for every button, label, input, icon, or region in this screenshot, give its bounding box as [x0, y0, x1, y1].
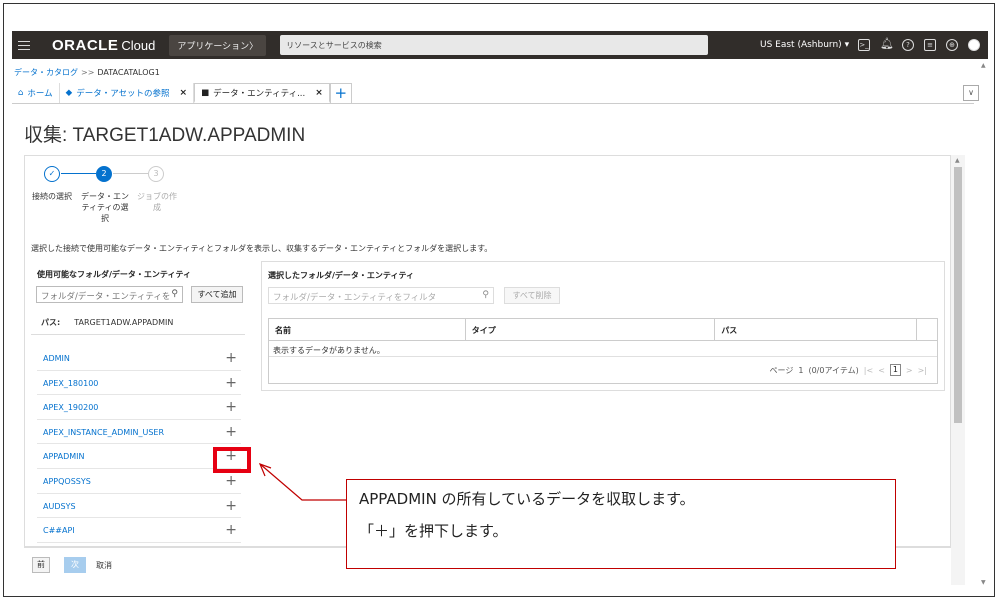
tab-bar: ⌂ ホーム ◆ データ・アセットの参照 × ■ データ・エンティティ... × + ∨ [12, 83, 979, 104]
step-2-label: データ・エンティティの選択 [81, 192, 129, 223]
add-plus-icon[interactable]: + [225, 350, 237, 366]
step-2-indicator[interactable]: 2 [96, 166, 112, 182]
list-item[interactable]: AUDSYS + [37, 494, 241, 519]
add-plus-icon[interactable]: + [225, 424, 237, 440]
cancel-button[interactable]: 取消 [96, 560, 112, 571]
column-header-type[interactable]: タイプ [466, 319, 716, 340]
available-filter-input[interactable]: フォルダ/データ・エンティティを ⚲ [36, 286, 183, 303]
empty-table-message: 表示するデータがありません。 [269, 341, 937, 357]
pagination: ページ 1 (0/0アイテム) |< < 1 > >| [769, 364, 927, 376]
add-plus-icon[interactable]: + [225, 498, 237, 514]
step-1-label: 接続の選択 [32, 192, 72, 201]
list-item[interactable]: APEX_190200 + [37, 395, 241, 420]
list-item[interactable]: APEX_INSTANCE_ADMIN_USER + [37, 420, 241, 445]
next-page-icon[interactable]: > [906, 366, 913, 375]
annotation-callout: APPADMIN の所有しているデータを収取します。 「＋」を押下します。 [346, 479, 896, 569]
add-plus-icon[interactable]: + [225, 375, 237, 391]
next-button[interactable]: 次 [64, 557, 86, 573]
bell-icon[interactable]: 🔔︎ [880, 38, 894, 51]
list-item[interactable]: APPQOSSYS + [37, 469, 241, 494]
breadcrumb: データ・カタログ >> DATACATALOG1 [14, 68, 160, 77]
step-1-checkmark-icon[interactable]: ✓ [44, 166, 60, 182]
list-item[interactable]: APEX_180100 + [37, 371, 241, 396]
step-3-indicator: 3 [148, 166, 164, 182]
selected-entities-pane: 選択したフォルダ/データ・エンティティ フォルダ/データ・エンティティをフィルタ… [261, 261, 945, 391]
add-tab-button[interactable]: + [329, 83, 352, 103]
globe-icon[interactable]: ⊕ [946, 39, 958, 51]
selected-pane-title: 選択したフォルダ/データ・エンティティ [268, 271, 414, 280]
entity-icon: ■ [201, 87, 210, 98]
stepper-connector [113, 173, 148, 174]
asset-icon: ◆ [65, 88, 73, 98]
add-plus-icon[interactable]: + [225, 473, 237, 489]
search-icon: ⚲ [482, 290, 489, 300]
list-item[interactable]: C##API + [37, 518, 241, 543]
list-item[interactable]: ADMIN + [37, 346, 241, 371]
add-plus-icon[interactable]: + [225, 399, 237, 415]
tab-close-icon[interactable]: × [315, 88, 323, 98]
add-all-button[interactable]: すべて追加 [191, 286, 243, 303]
add-plus-icon[interactable]: + [225, 522, 237, 538]
resource-search-input[interactable]: リソースとサービスの検索 [280, 35, 709, 55]
annotation-highlight-box [213, 447, 251, 473]
annotation-line-1: APPADMIN の所有しているデータを収取します。 [359, 490, 695, 508]
annotation-line-2: 「＋」を押下します。 [359, 522, 508, 540]
page-title: 収集: TARGET1ADW.APPADMIN [24, 125, 306, 146]
list-item[interactable]: APPADMIN + [37, 444, 241, 469]
tab-home[interactable]: ⌂ ホーム [12, 83, 60, 103]
scroll-down-arrow-icon[interactable]: ▼ [981, 579, 986, 586]
scroll-up-arrow-icon[interactable]: ▲ [981, 62, 986, 69]
available-pane-title: 使用可能なフォルダ/データ・エンティティ [37, 270, 191, 279]
breadcrumb-current: DATACATALOG1 [97, 68, 160, 77]
divider [31, 334, 245, 335]
hamburger-menu-icon[interactable] [18, 40, 42, 50]
current-page-number[interactable]: 1 [889, 364, 901, 376]
cloud-shell-icon[interactable]: >_ [858, 39, 870, 51]
selected-filter-input[interactable]: フォルダ/データ・エンティティをフィルタ ⚲ [268, 287, 494, 304]
breadcrumb-root[interactable]: データ・カタログ [14, 68, 78, 77]
selected-entities-table: 名前 タイプ パス 表示するデータがありません。 ページ 1 (0/0アイテム)… [268, 318, 938, 384]
previous-button[interactable]: 前 [32, 557, 50, 573]
available-entities-pane: 使用可能なフォルダ/データ・エンティティ フォルダ/データ・エンティティを ⚲ す… [31, 261, 249, 548]
column-header-path[interactable]: パス [715, 319, 917, 340]
stepper-connector [61, 173, 96, 174]
tab-menu-chevron-icon[interactable]: ∨ [963, 85, 979, 101]
page-scrollbar[interactable]: ▲ ▼ [979, 60, 991, 590]
search-icon: ⚲ [171, 289, 178, 299]
step-description: 選択した接続で使用可能なデータ・エンティティとフォルダを表示し、収集するデータ・… [31, 244, 493, 253]
last-page-icon[interactable]: >| [918, 366, 927, 375]
column-header-empty [917, 319, 937, 340]
path-row: パス: TARGET1ADW.APPADMIN [41, 318, 174, 327]
region-selector[interactable]: US East (Ashburn) ▾ [760, 40, 849, 50]
tab-close-icon[interactable]: × [180, 88, 188, 98]
step-3-label: ジョブの作成 [137, 192, 177, 212]
prev-page-icon[interactable]: < [878, 366, 885, 375]
schema-list: ADMIN + APEX_180100 + APEX_190200 + APEX_IN… [37, 346, 241, 543]
scrollbar-thumb[interactable] [954, 167, 962, 423]
tab-data-entity[interactable]: ■ データ・エンティティ... × [194, 83, 330, 103]
column-header-name[interactable]: 名前 [269, 319, 466, 340]
oracle-cloud-logo[interactable]: ORACLE Cloud [52, 37, 155, 54]
home-icon: ⌂ [18, 88, 24, 98]
remove-all-button[interactable]: すべて削除 [504, 287, 560, 304]
first-page-icon[interactable]: |< [864, 366, 873, 375]
applications-button[interactable]: アプリケーション〉 [169, 34, 267, 56]
help-icon[interactable]: ? [902, 39, 914, 51]
scroll-up-arrow-icon[interactable]: ▲ [955, 157, 960, 164]
user-icon[interactable] [968, 39, 980, 51]
tab-data-asset-browse[interactable]: ◆ データ・アセットの参照 × [60, 83, 195, 103]
top-navigation-bar: ORACLE Cloud アプリケーション〉 リソースとサービスの検索 US Ea… [12, 31, 988, 59]
chat-icon[interactable]: ≡ [924, 39, 936, 51]
